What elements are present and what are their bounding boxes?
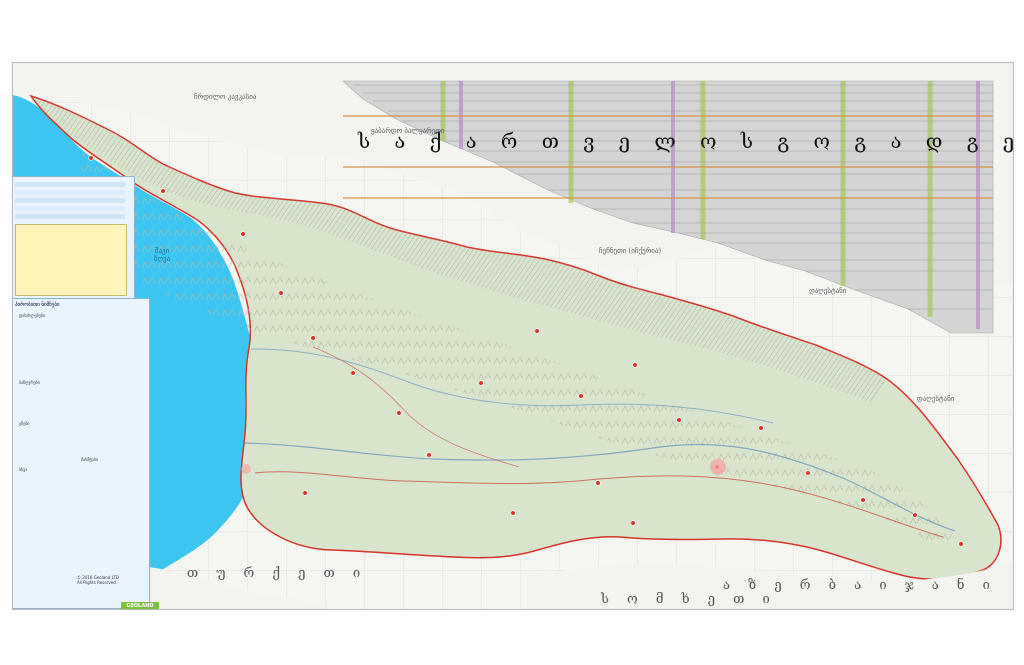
chechnya-label: ჩეჩნეთი (იჩქერია) <box>599 247 662 255</box>
port-city-area <box>241 464 251 474</box>
dagestan-label: დაღესტანი <box>809 287 847 295</box>
kabardino-balkaria-label: ყაბარდო ბალყარეთი <box>371 127 445 135</box>
settlement-marker <box>278 290 284 296</box>
legend-stat-row <box>15 190 125 195</box>
settlement-marker <box>88 155 94 161</box>
north-caucasus-label: ჩრდილო კავკასია <box>194 93 257 101</box>
map-frame: ს ა ქ ა რ თ ვ ე ლ ო ს გ ო გ ა დ გ ე ო გ … <box>12 62 1014 610</box>
settlement-marker <box>912 512 918 518</box>
copyright-text: © 2016 Geoland LTD All Rights Reserved <box>77 575 119 585</box>
capital-city-area <box>710 459 726 475</box>
settlement-marker <box>478 380 484 386</box>
legend-section-borders: საზღვრები <box>19 380 40 385</box>
map-legend-panel: პირობითი ნიშნები დასახლებები საზღვრები გ… <box>13 298 150 609</box>
settlement-marker <box>160 188 166 194</box>
settlement-marker <box>350 370 356 376</box>
statistics-legend-panel <box>13 176 135 302</box>
settlement-marker <box>805 470 811 476</box>
legend-title: პირობითი ნიშნები <box>15 302 60 308</box>
settlement-marker <box>510 510 516 516</box>
legend-stat-row <box>15 182 125 187</box>
settlement-marker <box>758 425 764 431</box>
settlement-marker <box>240 231 246 237</box>
turkey-label: თ უ რ ქ ე თ ი <box>187 566 368 581</box>
legend-stat-table <box>15 224 127 296</box>
settlement-marker <box>534 328 540 334</box>
settlement-marker <box>630 520 636 526</box>
geoland-logo: GEOLAND <box>121 602 159 609</box>
legend-stat-row <box>15 206 125 211</box>
legend-stat-row <box>15 198 125 203</box>
legend-stat-row <box>15 214 125 219</box>
dagestan-label-2: დაღესტანი <box>917 395 955 403</box>
legend-section-other: სხვა <box>19 467 28 472</box>
settlement-marker <box>632 362 638 368</box>
settlement-marker <box>310 335 316 341</box>
settlement-marker <box>426 452 432 458</box>
settlement-marker <box>958 541 964 547</box>
map-title: ს ა ქ ა რ თ ვ ე ლ ო ს გ ო გ ა დ გ ე ო გ … <box>358 129 1013 153</box>
settlement-marker <box>396 410 402 416</box>
azerbaijan-label: ა ზ ე რ ბ ა ი ჯ ა ნ ი <box>723 578 997 593</box>
settlement-marker <box>676 417 682 423</box>
legend-section-settlements: დასახლებები <box>19 313 46 318</box>
settlement-marker <box>302 490 308 496</box>
black-sea-label: შავი ზღვა <box>154 247 171 263</box>
settlement-marker <box>860 497 866 503</box>
scale-title: მასშტაბი <box>81 457 99 462</box>
settlement-marker <box>578 393 584 399</box>
legend-section-roads: გზები <box>19 421 30 426</box>
settlement-marker <box>595 480 601 486</box>
armenia-label: ს ო მ ხ ე თ ი <box>601 592 777 607</box>
